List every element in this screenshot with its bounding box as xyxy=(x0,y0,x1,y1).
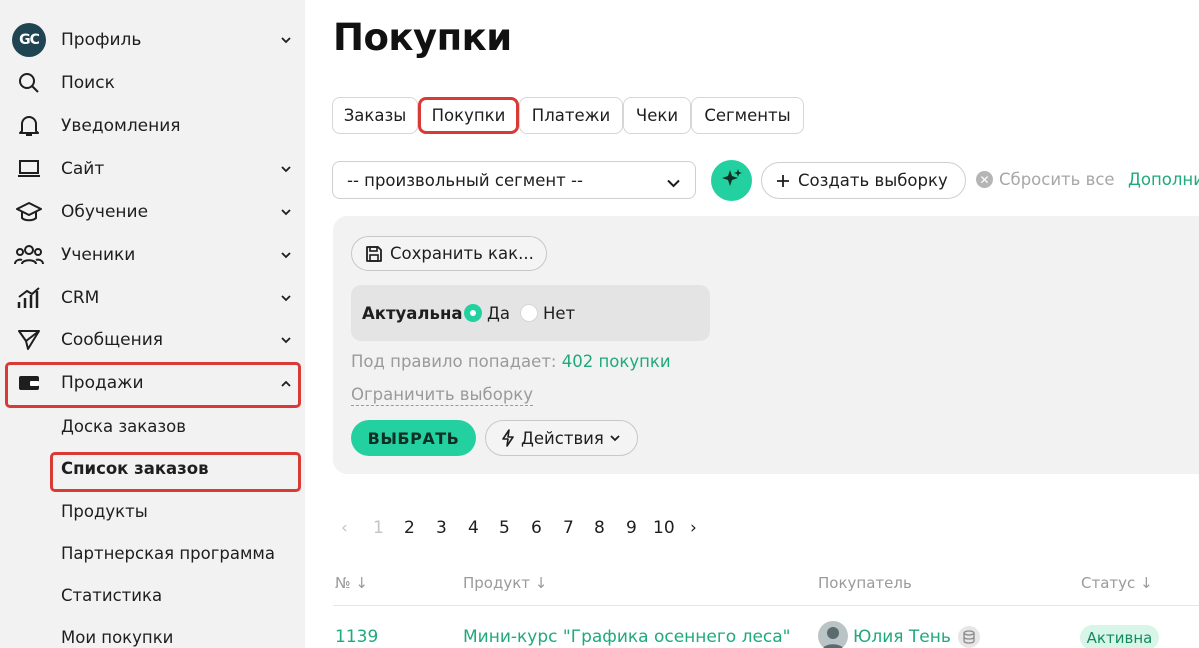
pagination-page[interactable]: 4 xyxy=(468,518,479,538)
sidebar-item-label: Ученики xyxy=(61,245,136,265)
sidebar-item-site[interactable]: Сайт xyxy=(0,149,305,189)
sidebar-item-label: Сайт xyxy=(61,159,105,179)
sidebar-item-label: Профиль xyxy=(61,30,142,50)
column-header-status[interactable]: Статус ↓ xyxy=(1081,574,1153,592)
reset-all-button[interactable]: ✕ Сбросить все xyxy=(976,170,1115,189)
radio-yes-label: Да xyxy=(487,304,511,323)
sidebar-item-students[interactable]: Ученики xyxy=(0,235,305,275)
chevron-down-icon xyxy=(279,33,293,47)
matches-prefix: Под правило попадает: xyxy=(351,352,557,371)
tab-receipts[interactable]: Чеки xyxy=(623,97,691,134)
tab-payments[interactable]: Платежи xyxy=(519,97,623,134)
sidebar-item-label: Сообщения xyxy=(61,330,164,350)
laptop-icon xyxy=(12,152,46,186)
sidebar-item-label: Поиск xyxy=(61,73,115,93)
segment-select-value: -- произвольный сегмент -- xyxy=(347,170,583,190)
sidebar-item-messages[interactable]: Сообщения xyxy=(0,320,305,360)
row-product-link[interactable]: Мини-курс "Графика осеннего леса" xyxy=(463,627,791,647)
choose-button[interactable]: ВЫБРАТЬ xyxy=(351,420,476,456)
tab-orders[interactable]: Заказы xyxy=(332,97,418,134)
save-as-label: Сохранить как... xyxy=(390,244,534,263)
actions-label: Действия xyxy=(521,428,604,448)
chevron-down-icon xyxy=(667,173,680,192)
logo-avatar: GC xyxy=(12,23,46,57)
tab-segments[interactable]: Сегменты xyxy=(691,97,804,134)
send-icon xyxy=(12,323,46,357)
chevron-down-icon xyxy=(279,205,293,219)
matches-count-link[interactable]: 402 покупки xyxy=(562,352,671,371)
chevron-down-icon xyxy=(279,248,293,262)
actions-button[interactable]: Действия xyxy=(485,420,638,456)
plus-icon xyxy=(776,174,790,188)
create-selection-label: Создать выборку xyxy=(798,171,948,190)
sidebar-item-learning[interactable]: Обучение xyxy=(0,192,305,232)
pagination-page[interactable]: 6 xyxy=(531,518,542,538)
sidebar-item-label: Уведомления xyxy=(61,116,181,136)
more-filters-link[interactable]: Дополни xyxy=(1128,170,1199,189)
status-badge: Активна xyxy=(1080,625,1159,648)
table-header-divider xyxy=(333,605,1199,606)
column-header-buyer: Покупатель xyxy=(818,574,912,592)
sidebar-item-search[interactable]: Поиск xyxy=(0,63,305,103)
database-icon xyxy=(958,626,980,648)
limit-selection-link[interactable]: Ограничить выборку xyxy=(351,385,534,406)
radio-yes[interactable] xyxy=(464,304,482,322)
pagination-prev[interactable]: ‹ xyxy=(341,518,348,538)
pagination-page[interactable]: 3 xyxy=(436,518,447,538)
column-header-product[interactable]: Продукт ↓ xyxy=(463,574,547,592)
pagination-page[interactable]: 1 xyxy=(373,518,384,538)
highlight-frame-sales xyxy=(5,362,301,408)
search-icon xyxy=(12,66,46,100)
ai-sparkle-button[interactable] xyxy=(711,160,752,201)
sidebar-item-label: Обучение xyxy=(61,202,149,222)
sidebar-subitem-products[interactable]: Продукты xyxy=(61,502,148,521)
graduation-cap-icon xyxy=(12,195,46,229)
page-title: Покупки xyxy=(333,16,512,59)
highlight-frame-orders-list xyxy=(50,452,301,492)
buyer-avatar xyxy=(818,621,848,648)
column-header-id[interactable]: № ↓ xyxy=(335,574,368,592)
chevron-down-icon xyxy=(610,434,620,442)
pagination-next[interactable]: › xyxy=(690,518,697,538)
bell-icon xyxy=(12,109,46,143)
create-selection-button[interactable]: Создать выборку xyxy=(761,162,966,199)
radio-no[interactable] xyxy=(520,304,538,322)
app: GC Профиль Поиск Уведомления Сайт Обучен… xyxy=(0,0,1199,648)
sidebar-item-notifications[interactable]: Уведомления xyxy=(0,106,305,146)
floppy-disk-icon xyxy=(365,245,383,263)
radio-no-label: Нет xyxy=(543,304,576,323)
reset-all-label: Сбросить все xyxy=(999,170,1115,189)
pagination-page[interactable]: 2 xyxy=(404,518,415,538)
close-icon: ✕ xyxy=(976,171,993,188)
chevron-down-icon xyxy=(279,162,293,176)
sidebar-item-label: CRM xyxy=(61,288,100,308)
sidebar-item-crm[interactable]: CRM xyxy=(0,278,305,318)
lightning-icon xyxy=(501,429,515,447)
chart-icon xyxy=(12,281,46,315)
pagination-page[interactable]: 10 xyxy=(653,518,675,538)
sidebar-subitem-orders-board[interactable]: Доска заказов xyxy=(61,417,186,436)
sidebar: GC Профиль Поиск Уведомления Сайт Обучен… xyxy=(0,0,305,648)
rule-label: Актуальна xyxy=(362,304,463,323)
avatar: GC xyxy=(12,23,46,57)
sidebar-subitem-statistics[interactable]: Статистика xyxy=(61,586,162,605)
segment-select[interactable]: -- произвольный сегмент -- xyxy=(332,161,696,199)
pagination-page[interactable]: 5 xyxy=(499,518,510,538)
row-id-link[interactable]: 1139 xyxy=(335,627,378,647)
pagination-page[interactable]: 9 xyxy=(626,518,637,538)
sidebar-subitem-my-purchases[interactable]: Мои покупки xyxy=(61,628,173,647)
sidebar-item-profile[interactable]: GC Профиль xyxy=(0,20,305,60)
matches-text: Под правило попадает: 402 покупки xyxy=(351,352,671,371)
sparkle-icon xyxy=(720,167,744,195)
chevron-down-icon xyxy=(279,291,293,305)
pagination-page[interactable]: 7 xyxy=(563,518,574,538)
tab-purchases[interactable]: Покупки xyxy=(418,97,519,134)
save-as-button[interactable]: Сохранить как... xyxy=(351,236,547,271)
users-icon xyxy=(12,238,46,272)
chevron-down-icon xyxy=(279,333,293,347)
pagination-page[interactable]: 8 xyxy=(594,518,605,538)
sidebar-subitem-partner-program[interactable]: Партнерская программа xyxy=(61,544,275,563)
row-buyer-link[interactable]: Юлия Тень xyxy=(853,627,951,647)
